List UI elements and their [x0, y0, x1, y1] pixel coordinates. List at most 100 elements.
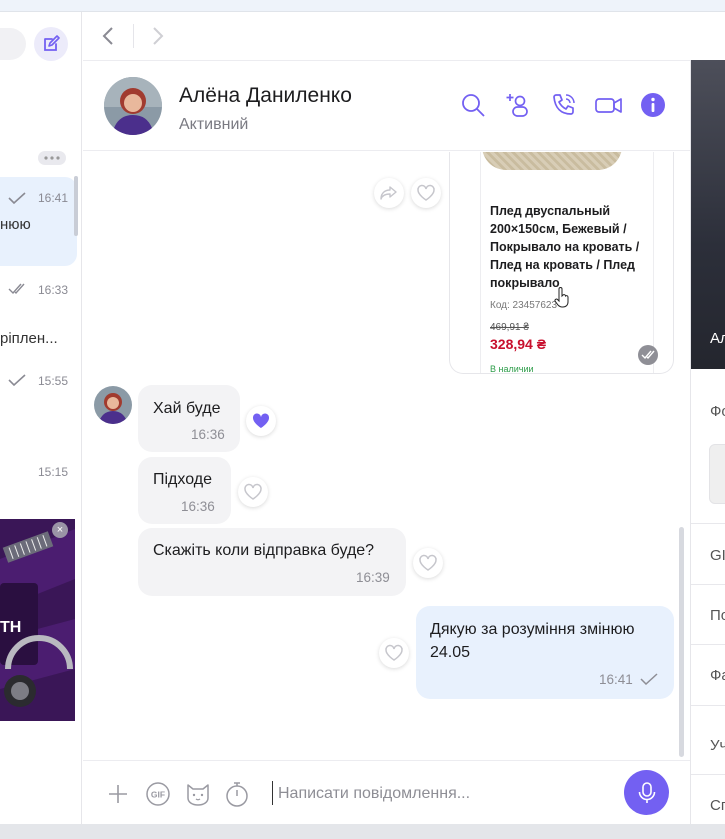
chat-info-panel: Ал Фо GI По Фа Уч Сп: [690, 60, 725, 824]
ad-close-button[interactable]: ×: [52, 522, 68, 538]
chat-item-preview: ріплен...: [0, 330, 58, 347]
sticker-bear-icon: [187, 784, 209, 806]
info-section-item[interactable]: Сп: [710, 797, 725, 814]
message-input[interactable]: [278, 781, 598, 807]
product-old-price: 469,91 ₴: [490, 322, 529, 333]
sent-check-icon: [8, 374, 26, 386]
search-input[interactable]: [0, 28, 26, 60]
info-icon: [641, 93, 665, 117]
message-text-line2: 24.05: [430, 644, 471, 661]
info-section-item[interactable]: По: [710, 607, 725, 624]
divider: [691, 523, 725, 524]
chevron-left-icon: [102, 27, 113, 45]
timer-icon: [226, 782, 248, 807]
compose-button[interactable]: [34, 27, 68, 61]
divider: [691, 774, 725, 775]
back-button[interactable]: [99, 24, 119, 48]
info-section-item[interactable]: Уч: [710, 737, 725, 754]
compose-icon: [44, 35, 60, 51]
info-section-item[interactable]: Фо: [710, 403, 725, 420]
incoming-message[interactable]: Скажіть коли відправка буде? 16:39: [138, 528, 406, 596]
search-icon: [462, 94, 485, 117]
outgoing-message[interactable]: Дякую за розуміння змінюю 24.05 16:41: [416, 606, 674, 699]
message-sender-avatar[interactable]: [94, 386, 132, 424]
gif-button[interactable]: GIF: [143, 779, 173, 809]
search-button[interactable]: [458, 90, 488, 120]
forward-message-button[interactable]: [374, 178, 404, 208]
media-thumbnail[interactable]: [709, 444, 725, 504]
text-caret: [272, 781, 273, 805]
profile-photo-caption: Ал: [710, 330, 725, 347]
heart-outline-icon: [417, 184, 435, 201]
info-section-item[interactable]: Фа: [710, 667, 725, 684]
message-time: 16:41: [599, 672, 633, 687]
read-double-check-icon: [8, 283, 25, 295]
heart-outline-icon: [419, 554, 437, 571]
message-text: Підходе: [153, 471, 212, 488]
incoming-message[interactable]: Підходе 16:36: [138, 457, 231, 524]
chat-info-button[interactable]: [638, 90, 668, 120]
message-time: 16:39: [356, 570, 390, 585]
chat-item-time: 16:41: [38, 191, 69, 205]
double-check-icon: [641, 350, 655, 360]
attach-button[interactable]: [103, 779, 133, 809]
divider: [691, 705, 725, 706]
divider: [691, 644, 725, 645]
window-bottom-strip: [0, 824, 725, 839]
gif-label: GIF: [151, 790, 165, 800]
sent-check-icon: [8, 192, 26, 204]
product-price: 328,94 ₴: [490, 336, 547, 352]
incoming-message[interactable]: Хай буде 16:36: [138, 385, 240, 452]
chat-item-preview: нюю: [0, 216, 31, 233]
message-text-line1: Дякую за розуміння змінюю: [430, 621, 635, 638]
heart-filled-icon: [252, 413, 270, 428]
like-button[interactable]: [238, 477, 268, 507]
voice-message-button[interactable]: [624, 770, 669, 815]
chat-panel: Алёна Даниленко Активний Плед двуспальны…: [83, 12, 725, 824]
gif-icon: GIF: [146, 782, 170, 806]
message-time: 16:36: [191, 427, 225, 442]
plus-icon: [109, 785, 127, 803]
sticker-button[interactable]: [183, 779, 213, 809]
product-image: [482, 152, 622, 170]
navigation-bar: [83, 12, 725, 61]
chat-scrollbar[interactable]: [679, 527, 684, 757]
like-button[interactable]: [413, 548, 443, 578]
heart-outline-icon: [244, 483, 262, 500]
product-code: Код: 23457623: [490, 300, 558, 311]
phone-icon: [553, 94, 575, 115]
contact-name: Алёна Даниленко: [179, 84, 352, 107]
share-arrow-icon: [380, 186, 397, 200]
info-section-item[interactable]: GI: [710, 547, 725, 564]
contact-profile-photo[interactable]: Ал: [691, 60, 725, 369]
add-participant-button[interactable]: [503, 90, 533, 120]
window-top-strip: [0, 0, 725, 12]
message-time: 16:36: [181, 499, 215, 514]
chat-header: Алёна Даниленко Активний: [83, 62, 690, 151]
seen-status-badge: [638, 345, 658, 365]
video-call-button[interactable]: [594, 90, 624, 120]
voice-call-button[interactable]: [549, 90, 579, 120]
ad-banner[interactable]: × ТН: [0, 519, 75, 721]
like-button[interactable]: [411, 178, 441, 208]
product-title: Плед двуспальный 200×150см, Бежевый / По…: [490, 204, 640, 290]
product-stock-status: В наличии: [490, 364, 534, 374]
add-user-icon: [506, 94, 528, 117]
sidebar-scrollbar[interactable]: [74, 176, 78, 236]
ad-banner-text: ТН: [0, 619, 22, 636]
chat-item-time: 15:15: [38, 465, 69, 479]
more-dots-icon: [44, 156, 60, 160]
chat-item-time: 15:55: [38, 374, 69, 388]
contact-avatar-photo: [104, 77, 162, 135]
reaction-button[interactable]: [246, 406, 276, 436]
divider: [691, 584, 725, 585]
video-camera-icon: [595, 98, 622, 113]
more-options-button[interactable]: [38, 151, 66, 165]
like-button[interactable]: [379, 638, 409, 668]
contact-avatar[interactable]: [104, 77, 162, 135]
product-card-message[interactable]: Плед двуспальный 200×150см, Бежевый / По…: [449, 152, 674, 374]
message-text: Хай буде: [153, 400, 221, 417]
forward-button[interactable]: [147, 24, 167, 48]
hand-cursor-icon: [554, 287, 569, 308]
timer-button[interactable]: [222, 779, 252, 809]
